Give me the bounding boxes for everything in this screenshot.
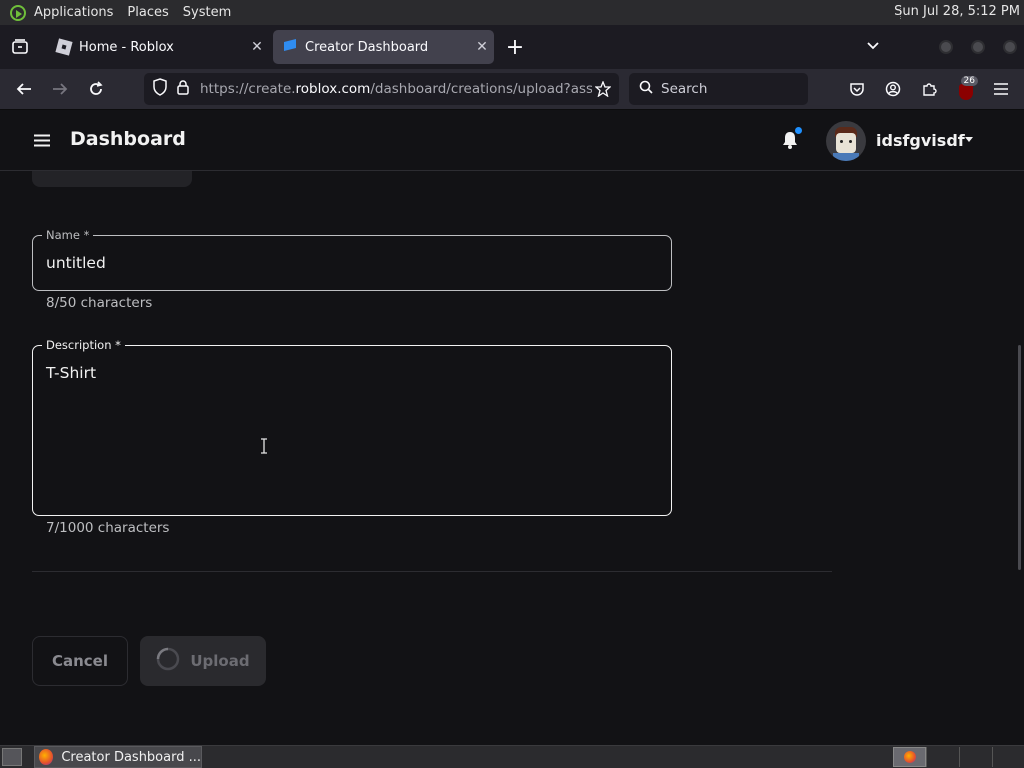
- tab-label: Home - Roblox: [79, 39, 174, 55]
- ublock-extension-icon[interactable]: 26: [954, 76, 978, 102]
- notification-bell-icon[interactable]: [778, 127, 802, 153]
- extensions-puzzle-icon[interactable]: [918, 78, 940, 100]
- window-minimize-icon[interactable]: [937, 38, 955, 56]
- back-icon[interactable]: [12, 78, 36, 100]
- bookmark-star-icon[interactable]: [592, 78, 614, 100]
- workspace-4[interactable]: [992, 747, 1024, 767]
- tab-overview-icon[interactable]: [8, 35, 32, 59]
- account-dropdown-icon[interactable]: [965, 137, 973, 142]
- upload-button[interactable]: Upload: [140, 636, 266, 686]
- firefox-icon: [39, 749, 54, 765]
- description-label: Description *: [42, 338, 125, 352]
- new-tab-icon[interactable]: +: [503, 35, 527, 60]
- pocket-icon[interactable]: [846, 78, 868, 100]
- username[interactable]: idsfgvisdf: [876, 131, 965, 150]
- show-desktop-icon[interactable]: [2, 748, 22, 766]
- description-field[interactable]: Description * T-Shirt: [32, 338, 672, 516]
- name-character-counter: 8/50 characters: [46, 295, 153, 311]
- places-menu[interactable]: Places: [127, 5, 168, 20]
- app-header: Dashboard idsfgvisdf: [0, 110, 1024, 171]
- account-icon[interactable]: [882, 78, 904, 100]
- partial-button-above[interactable]: [32, 171, 192, 187]
- padlock-icon[interactable]: [176, 79, 190, 99]
- creator-dashboard-favicon-icon: [283, 38, 297, 56]
- loading-spinner-icon: [156, 647, 180, 675]
- clock[interactable]: Sun Jul 28, 5:12 PM: [894, 4, 1020, 19]
- avatar[interactable]: [826, 121, 866, 161]
- url-bar[interactable]: https://create.roblox.com/dashboard/crea…: [144, 73, 619, 105]
- upload-label: Upload: [190, 652, 250, 670]
- close-tab-icon[interactable]: ✕: [245, 39, 269, 55]
- cancel-button[interactable]: Cancel: [32, 636, 128, 686]
- search-box[interactable]: Search: [629, 73, 808, 105]
- divider: [32, 571, 832, 572]
- tab-label: Creator Dashboard: [305, 39, 429, 55]
- search-icon: [639, 80, 653, 98]
- browser-nav-bar: https://create.roblox.com/dashboard/crea…: [0, 69, 1024, 110]
- description-input-value[interactable]: T-Shirt: [46, 364, 96, 382]
- close-tab-icon[interactable]: ✕: [470, 39, 494, 55]
- tracking-shield-icon[interactable]: [152, 78, 168, 100]
- text-cursor-icon: [261, 438, 267, 454]
- name-field[interactable]: Name * untitled: [32, 228, 672, 291]
- forward-icon[interactable]: [48, 78, 72, 100]
- cancel-label: Cancel: [51, 652, 108, 670]
- applications-menu[interactable]: Applications: [34, 5, 113, 20]
- url-domain: roblox.com: [295, 81, 371, 97]
- name-input-value[interactable]: untitled: [46, 254, 106, 272]
- taskbar: Creator Dashboard ...: [0, 745, 1024, 768]
- hamburger-menu-icon[interactable]: [990, 78, 1012, 100]
- window-close-icon[interactable]: [1001, 38, 1019, 56]
- workspace-switcher[interactable]: [893, 747, 1024, 767]
- notification-dot: [795, 127, 802, 134]
- taskbar-window-label: Creator Dashboard ...: [61, 749, 201, 765]
- extension-badge: 26: [960, 76, 978, 86]
- roblox-favicon-icon: [55, 38, 73, 56]
- firefox-icon: [903, 751, 916, 763]
- name-label: Name *: [42, 228, 94, 242]
- upload-form-content: Name * untitled 8/50 characters Descript…: [0, 171, 1024, 745]
- taskbar-window-creator-dashboard[interactable]: Creator Dashboard ...: [34, 746, 202, 768]
- search-placeholder: Search: [661, 81, 708, 97]
- system-top-bar: Applications Places System Sun Jul 28, 5…: [0, 0, 1024, 25]
- workspace-3[interactable]: [959, 747, 992, 767]
- menu-icon[interactable]: [32, 130, 52, 150]
- url-prefix: https://create.: [200, 81, 296, 97]
- distro-logo-icon[interactable]: [10, 4, 26, 21]
- workspace-1[interactable]: [893, 747, 926, 767]
- description-character-counter: 7/1000 characters: [46, 520, 170, 536]
- workspace-2[interactable]: [926, 747, 959, 767]
- page-title: Dashboard: [70, 128, 186, 150]
- tab-home-roblox[interactable]: Home - Roblox ✕: [47, 30, 269, 64]
- tab-creator-dashboard[interactable]: Creator Dashboard ✕: [273, 30, 494, 64]
- system-menu-item[interactable]: System: [183, 5, 231, 20]
- system-menu: Applications Places System: [0, 4, 231, 21]
- reload-icon[interactable]: [84, 78, 108, 100]
- window-maximize-icon[interactable]: [969, 38, 987, 56]
- url-path: /dashboard/creations/upload?asset: [370, 81, 607, 97]
- page-scrollbar[interactable]: [1018, 345, 1021, 570]
- tab-list-chevron-icon[interactable]: [862, 35, 884, 57]
- url-text: https://create.roblox.com/dashboard/crea…: [200, 81, 607, 97]
- browser-tab-bar: Home - Roblox ✕ Creator Dashboard ✕ +: [0, 25, 1024, 69]
